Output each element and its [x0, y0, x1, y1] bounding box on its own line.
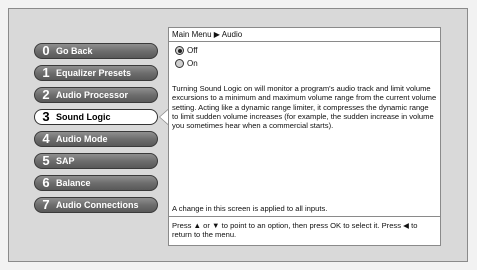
menu-item-sound-logic[interactable]: 3 Sound Logic	[34, 109, 158, 125]
divider	[169, 41, 440, 42]
menu-item-number: 7	[42, 197, 50, 212]
help-text: Press ▲ or ▼ to point to an option, then…	[172, 221, 418, 239]
selection-pointer-icon	[160, 110, 168, 124]
menu-item-audio-connections[interactable]: 7 Audio Connections	[34, 197, 158, 213]
menu-item-number: 0	[42, 43, 50, 58]
menu-item-audio-processor[interactable]: 2 Audio Processor	[34, 87, 158, 103]
menu-item-label: SAP	[56, 156, 75, 166]
menu-item-label: Sound Logic	[56, 112, 111, 122]
menu-item-number: 4	[42, 131, 50, 146]
option-off[interactable]: Off	[175, 46, 198, 55]
menu-item-sap[interactable]: 5 SAP	[34, 153, 158, 169]
menu-item-label: Go Back	[56, 46, 93, 56]
menu-item-label: Audio Mode	[56, 134, 108, 144]
menu-item-label: Audio Processor	[56, 90, 129, 100]
content-panel: Main Menu ▶ Audio Off On Turning Sound L…	[168, 27, 441, 246]
menu-item-label: Equalizer Presets	[56, 68, 132, 78]
option-label: Off	[187, 46, 198, 55]
menu-item-equalizer-presets[interactable]: 1 Equalizer Presets	[34, 65, 158, 81]
divider	[169, 216, 440, 217]
radio-unselected-icon	[175, 59, 184, 68]
menu-item-number: 2	[42, 87, 50, 102]
menu-item-go-back[interactable]: 0 Go Back	[34, 43, 158, 59]
menu-item-label: Balance	[56, 178, 91, 188]
menu-item-number: 1	[42, 65, 50, 80]
option-on[interactable]: On	[175, 59, 198, 68]
menu-item-number: 6	[42, 175, 50, 190]
menu-item-number: 5	[42, 153, 50, 168]
menu-item-balance[interactable]: 6 Balance	[34, 175, 158, 191]
note-text: A change in this screen is applied to al…	[172, 204, 328, 213]
menu-item-number: 3	[42, 109, 50, 124]
menu-item-audio-mode[interactable]: 4 Audio Mode	[34, 131, 158, 147]
breadcrumb: Main Menu ▶ Audio	[172, 30, 243, 39]
option-label: On	[187, 59, 198, 68]
radio-selected-icon	[175, 46, 184, 55]
description-text: Turning Sound Logic on will monitor a pr…	[172, 84, 437, 131]
menu-item-label: Audio Connections	[56, 200, 139, 210]
